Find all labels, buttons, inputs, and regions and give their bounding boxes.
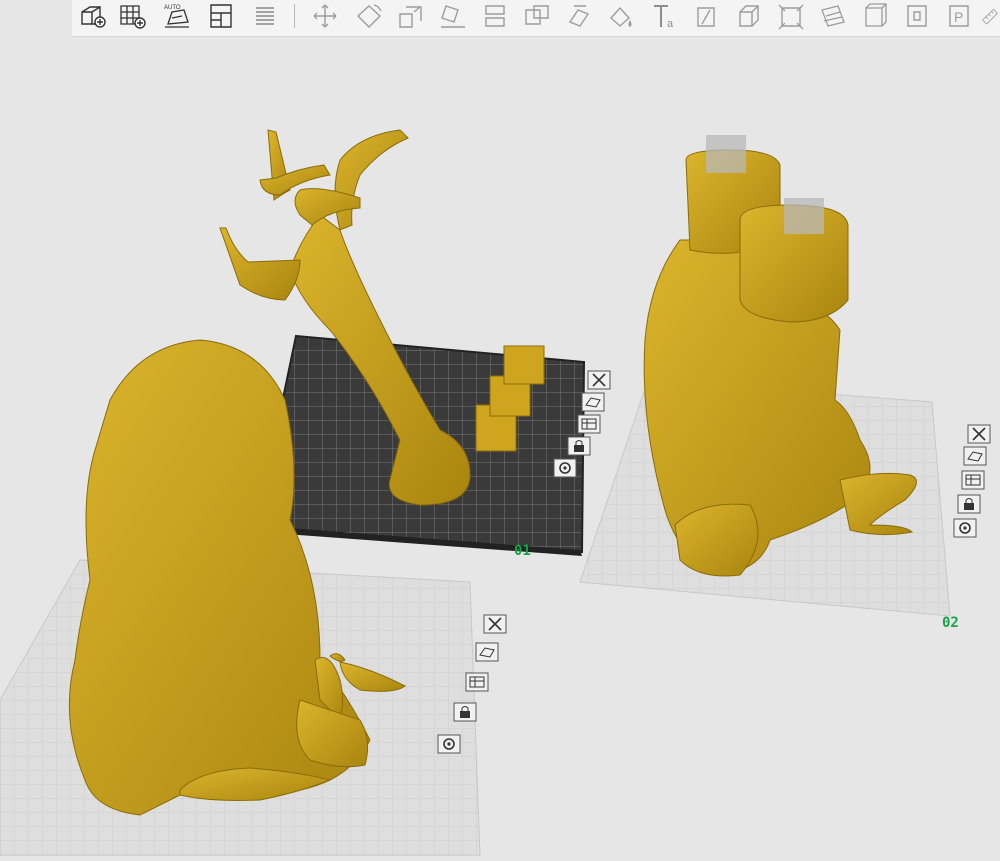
legs-model[interactable]: [643, 149, 917, 577]
plate-gear-icon[interactable]: [552, 457, 578, 479]
close-plate-icon[interactable]: [586, 369, 612, 391]
variable-layer-icon[interactable]: [858, 1, 892, 31]
top-toolbar: AUTO a P: [72, 0, 1000, 37]
grid-add-icon[interactable]: [116, 1, 150, 31]
scale-icon[interactable]: [394, 1, 428, 31]
plate-settings-icon[interactable]: [464, 671, 490, 693]
plate-p-icon[interactable]: P: [942, 1, 976, 31]
color-paint-icon[interactable]: [604, 1, 638, 31]
rotate-icon[interactable]: [352, 1, 386, 31]
mesh-repair-icon[interactable]: [816, 1, 850, 31]
plate-settings-icon[interactable]: [960, 469, 986, 491]
hollow-icon[interactable]: [732, 1, 766, 31]
boolean-icon[interactable]: [520, 1, 554, 31]
arrange-plate-icon[interactable]: [962, 445, 988, 467]
arrange-plate-icon[interactable]: [580, 391, 606, 413]
measure-box-icon[interactable]: [774, 1, 808, 31]
svg-text:AUTO: AUTO: [164, 5, 181, 11]
plate-01-label: 01: [514, 543, 531, 559]
plate-settings-icon[interactable]: [576, 413, 602, 435]
scene: [0, 129, 951, 857]
cut-icon[interactable]: [478, 1, 512, 31]
lock-plate-icon[interactable]: [956, 493, 982, 515]
seam-paint-icon[interactable]: [690, 1, 724, 31]
text-tool-suffix: a: [667, 18, 674, 30]
ruler-icon[interactable]: [980, 1, 1000, 31]
plate-gear-icon[interactable]: [436, 733, 462, 755]
support-paint-icon[interactable]: [562, 1, 596, 31]
lay-on-face-icon[interactable]: [436, 1, 470, 31]
assembly-icon[interactable]: [900, 1, 934, 31]
svg-text:P: P: [954, 9, 963, 25]
move-icon[interactable]: [308, 1, 342, 31]
lock-plate-icon[interactable]: [452, 701, 478, 723]
plate-layout-icon[interactable]: [204, 1, 238, 31]
arrange-plate-icon[interactable]: [474, 641, 500, 663]
lock-plate-icon[interactable]: [566, 435, 592, 457]
toolbar-separator: [294, 4, 295, 28]
close-plate-icon[interactable]: [966, 423, 992, 445]
auto-arrange-icon[interactable]: AUTO: [160, 1, 194, 31]
3d-viewport[interactable]: 01 02: [0, 37, 1000, 857]
plate-02-label: 02: [942, 615, 959, 631]
layers-stack-icon[interactable]: [248, 1, 282, 31]
text-icon[interactable]: a: [648, 1, 682, 31]
plate-gear-icon[interactable]: [952, 517, 978, 539]
add-plate-icon[interactable]: [76, 1, 110, 31]
close-plate-icon[interactable]: [482, 613, 508, 635]
